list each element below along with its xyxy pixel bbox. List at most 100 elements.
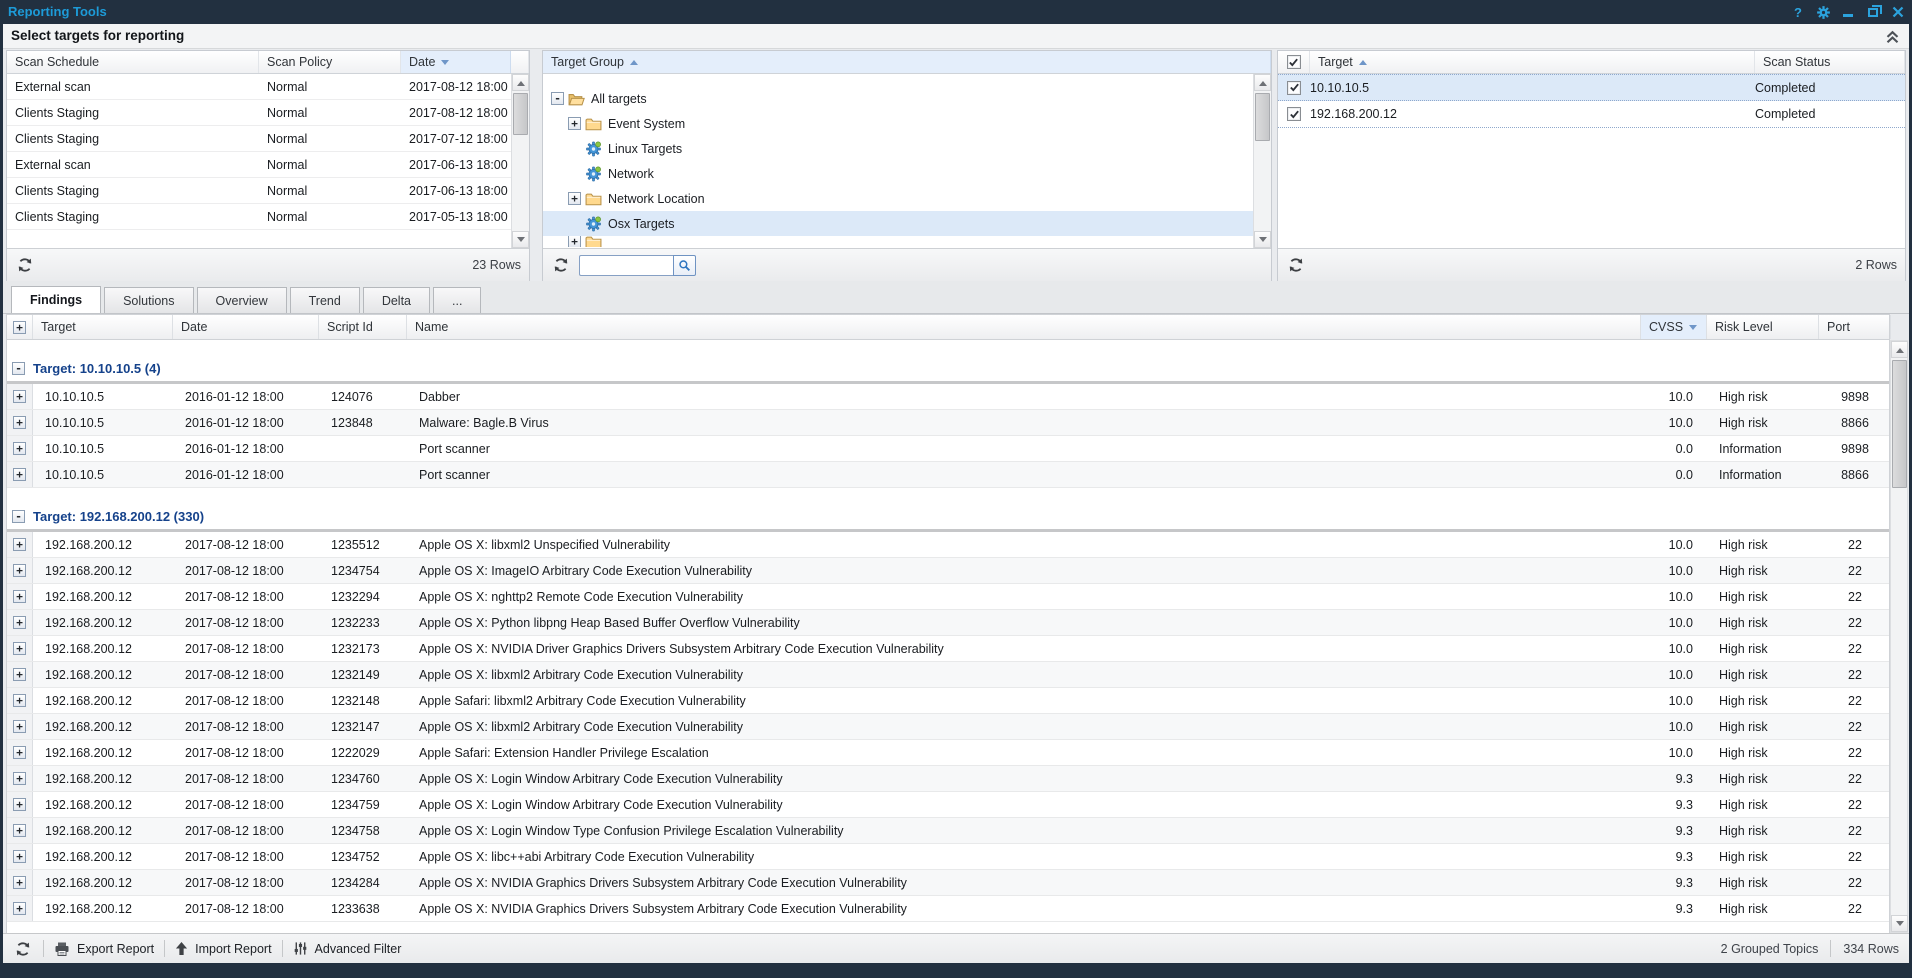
schedule-row[interactable]: Clients StagingNormal2017-08-12 18:00 — [7, 100, 529, 126]
refresh-icon[interactable] — [1286, 255, 1306, 275]
scroll-up-icon[interactable] — [1254, 74, 1271, 91]
tree-item-network-location[interactable]: +Network Location — [543, 186, 1271, 211]
expand-icon[interactable]: + — [568, 117, 581, 130]
scrollbar-thumb[interactable] — [1255, 93, 1270, 141]
target-row[interactable]: 10.10.10.5Completed — [1278, 74, 1905, 101]
finding-row[interactable]: +192.168.200.122017-08-12 18:001232148Ap… — [7, 688, 1889, 714]
expand-icon[interactable]: + — [13, 772, 26, 785]
collapse-section-icon[interactable] — [1885, 29, 1901, 45]
finding-row[interactable]: +192.168.200.122017-08-12 18:001234284Ap… — [7, 870, 1889, 896]
collapse-icon[interactable]: - — [12, 510, 25, 523]
column-header-name[interactable]: Name — [407, 315, 1641, 339]
export-report-button[interactable]: Export Report — [54, 941, 154, 957]
refresh-icon[interactable] — [15, 255, 35, 275]
finding-row[interactable]: +10.10.10.52016-01-12 18:00Port scanner0… — [7, 462, 1889, 488]
tree-scrollbar[interactable] — [1253, 74, 1271, 248]
expand-icon[interactable]: + — [13, 616, 26, 629]
expand-icon[interactable]: + — [13, 720, 26, 733]
expand-icon[interactable]: + — [13, 642, 26, 655]
finding-row[interactable]: +192.168.200.122017-08-12 18:001234760Ap… — [7, 766, 1889, 792]
column-header-scan-schedule[interactable]: Scan Schedule — [7, 51, 259, 73]
schedule-row[interactable]: Clients StagingNormal2017-06-13 18:00 — [7, 178, 529, 204]
refresh-icon[interactable] — [13, 939, 33, 959]
refresh-icon[interactable] — [551, 255, 571, 275]
tab-delta[interactable]: Delta — [363, 287, 430, 313]
scrollbar-thumb[interactable] — [1892, 360, 1907, 488]
collapse-icon[interactable]: - — [551, 92, 564, 105]
expand-icon[interactable]: + — [13, 538, 26, 551]
search-icon[interactable] — [673, 255, 696, 276]
scroll-down-icon[interactable] — [1254, 231, 1271, 248]
scroll-down-icon[interactable] — [512, 231, 529, 248]
finding-row[interactable]: +192.168.200.122017-08-12 18:001232173Ap… — [7, 636, 1889, 662]
tab-overview[interactable]: Overview — [197, 287, 287, 313]
finding-row[interactable]: +10.10.10.52016-01-12 18:00Port scanner0… — [7, 436, 1889, 462]
finding-row[interactable]: +192.168.200.122017-08-12 18:001222029Ap… — [7, 740, 1889, 766]
scrollbar-thumb[interactable] — [513, 93, 528, 135]
expand-icon[interactable]: + — [13, 746, 26, 759]
checkbox[interactable] — [1287, 55, 1301, 69]
minimize-icon[interactable] — [1840, 4, 1856, 20]
close-icon[interactable] — [1890, 4, 1906, 20]
finding-row[interactable]: +10.10.10.52016-01-12 18:00123848Malware… — [7, 410, 1889, 436]
finding-row[interactable]: +192.168.200.122017-08-12 18:001232149Ap… — [7, 662, 1889, 688]
finding-row[interactable]: +192.168.200.122017-08-12 18:001233638Ap… — [7, 896, 1889, 922]
expand-icon[interactable]: + — [13, 390, 26, 403]
tab-trend[interactable]: Trend — [290, 287, 360, 313]
expand-icon[interactable]: + — [13, 798, 26, 811]
column-header-date[interactable]: Date — [173, 315, 319, 339]
expand-icon[interactable]: + — [13, 902, 26, 915]
scroll-down-icon[interactable] — [1891, 915, 1908, 932]
checkbox[interactable] — [1287, 107, 1301, 121]
tree-item-partial[interactable]: + — [543, 236, 1271, 247]
finding-row[interactable]: +10.10.10.52016-01-12 18:00124076Dabber1… — [7, 384, 1889, 410]
help-icon[interactable]: ? — [1790, 4, 1806, 20]
expand-icon[interactable]: + — [13, 668, 26, 681]
expand-icon[interactable]: + — [13, 850, 26, 863]
schedule-row[interactable]: External scanNormal2017-06-13 18:00 — [7, 152, 529, 178]
expand-icon[interactable]: + — [13, 694, 26, 707]
schedule-row[interactable]: External scanNormal2017-08-12 18:00 — [7, 74, 529, 100]
tab-findings[interactable]: Findings — [11, 286, 101, 313]
scroll-up-icon[interactable] — [512, 74, 529, 91]
tree-item-all-targets[interactable]: -All targets — [543, 86, 1271, 111]
finding-row[interactable]: +192.168.200.122017-08-12 18:001234758Ap… — [7, 818, 1889, 844]
target-row[interactable]: 192.168.200.12Completed — [1278, 101, 1905, 128]
tree-item-network[interactable]: +Network — [543, 161, 1271, 186]
group-header[interactable]: -Target: 10.10.10.5 (4) — [7, 356, 1889, 384]
column-header-cvss[interactable]: CVSS — [1641, 315, 1707, 339]
expand-icon[interactable]: + — [13, 564, 26, 577]
expand-icon[interactable]: + — [568, 236, 581, 247]
column-header-port[interactable]: Port — [1819, 315, 1891, 339]
scroll-up-icon[interactable] — [1891, 341, 1908, 358]
group-header[interactable]: -Target: 192.168.200.12 (330) — [7, 504, 1889, 532]
tab-solutions[interactable]: Solutions — [104, 287, 193, 313]
expand-icon[interactable]: + — [13, 416, 26, 429]
scan-schedule-scrollbar[interactable] — [511, 74, 529, 248]
expand-icon[interactable]: + — [13, 321, 26, 334]
column-header-scan-status[interactable]: Scan Status — [1755, 51, 1905, 73]
column-header-risk-level[interactable]: Risk Level — [1707, 315, 1819, 339]
column-header-date[interactable]: Date — [401, 51, 511, 73]
tab-[interactable]: ... — [433, 287, 481, 313]
expand-all-cell[interactable]: + — [7, 315, 33, 339]
expand-icon[interactable]: + — [13, 468, 26, 481]
gear-icon[interactable] — [1815, 4, 1831, 20]
schedule-row[interactable]: Clients StagingNormal2017-05-13 18:00 — [7, 204, 529, 230]
search-input[interactable] — [579, 255, 673, 276]
column-header-scan-policy[interactable]: Scan Policy — [259, 51, 401, 73]
finding-row[interactable]: +192.168.200.122017-08-12 18:001234752Ap… — [7, 844, 1889, 870]
expand-icon[interactable]: + — [13, 824, 26, 837]
column-header-target[interactable]: Target — [33, 315, 173, 339]
findings-scrollbar[interactable] — [1890, 340, 1908, 933]
column-header-target[interactable]: Target — [1310, 51, 1755, 73]
finding-row[interactable]: +192.168.200.122017-08-12 18:001234754Ap… — [7, 558, 1889, 584]
import-report-button[interactable]: Import Report — [175, 941, 271, 956]
expand-icon[interactable]: + — [13, 590, 26, 603]
finding-row[interactable]: +192.168.200.122017-08-12 18:001234759Ap… — [7, 792, 1889, 818]
schedule-row[interactable]: Clients StagingNormal2017-07-12 18:00 — [7, 126, 529, 152]
tree-item-event-system[interactable]: +Event System — [543, 111, 1271, 136]
expand-icon[interactable]: + — [13, 876, 26, 889]
checkbox[interactable] — [1287, 81, 1301, 95]
restore-icon[interactable] — [1865, 4, 1881, 20]
